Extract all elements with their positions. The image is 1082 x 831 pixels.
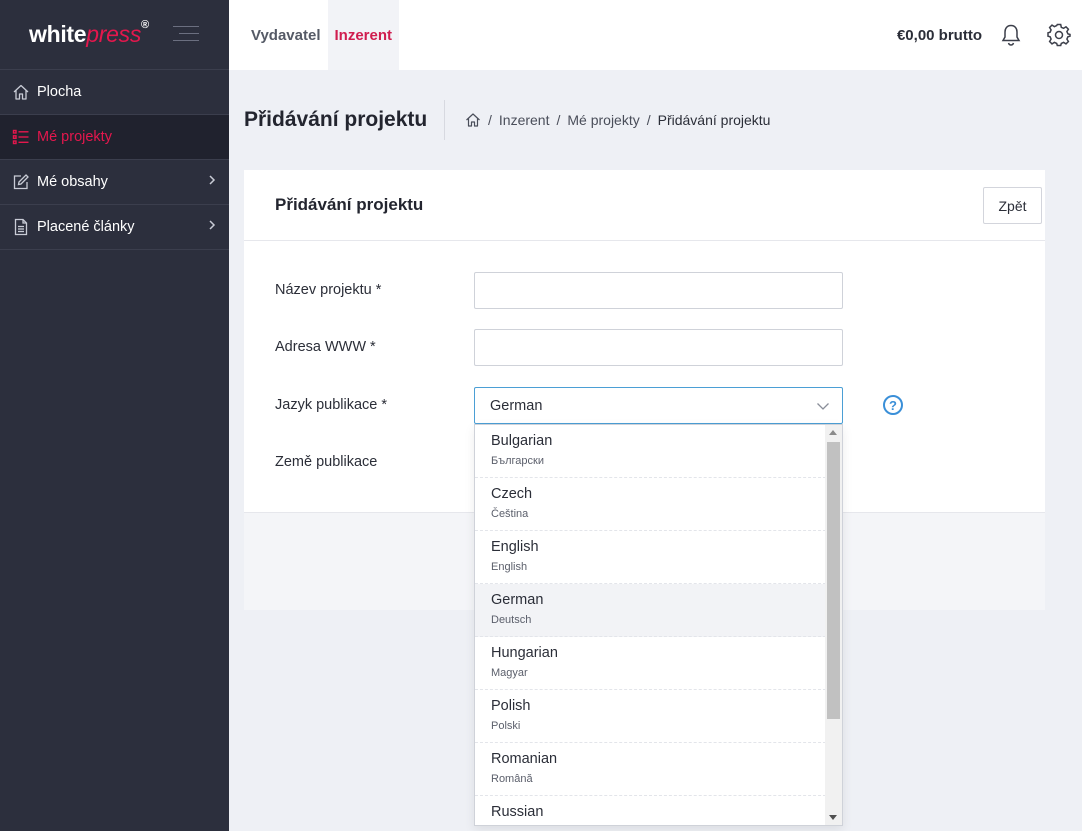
chevron-right-icon	[208, 174, 216, 189]
logo-bar: whitepress®	[0, 0, 229, 70]
home-icon	[11, 82, 31, 102]
language-option[interactable]: Russian	[475, 796, 826, 825]
help-icon[interactable]: ?	[883, 395, 903, 415]
topbar: Vydavatel Inzerent €0,00 brutto	[229, 0, 1082, 70]
breadcrumb-separator: /	[556, 112, 561, 128]
website-url-label: Adresa WWW *	[275, 339, 376, 355]
language-option[interactable]: Hungarian Magyar	[475, 637, 826, 690]
chevron-down-icon	[816, 399, 830, 415]
language-option[interactable]: Romanian Română	[475, 743, 826, 796]
sidebar-item-my-contents[interactable]: Mé obsahy	[0, 160, 229, 205]
sidebar-item-label: Mé projekty	[37, 129, 112, 145]
document-icon	[11, 217, 31, 237]
language-option[interactable]: Bulgarian Български	[475, 425, 826, 478]
edit-icon	[11, 172, 31, 192]
scroll-down-arrow-icon[interactable]	[829, 815, 837, 820]
page-title: Přidávání projektu	[244, 108, 428, 131]
publication-country-label: Země publikace	[275, 454, 378, 470]
sidebar-item-label: Placené články	[37, 219, 135, 235]
breadcrumb-advertiser[interactable]: Inzerent	[499, 112, 550, 128]
language-option[interactable]: Polish Polski	[475, 690, 826, 743]
chevron-right-icon	[208, 219, 216, 234]
sidebar-item-label: Plocha	[37, 84, 82, 100]
sidebar-item-paid-articles[interactable]: Placené články	[0, 205, 229, 250]
card-header: Přidávání projektu Zpět	[244, 170, 1045, 241]
card-title: Přidávání projektu	[275, 195, 424, 214]
topbar-right: €0,00 brutto	[897, 0, 1082, 70]
sidebar: whitepress® Plocha Mé projekty Mé obsahy	[0, 0, 229, 831]
language-option[interactable]: Czech Čeština	[475, 478, 826, 531]
title-divider	[444, 100, 445, 140]
website-url-input[interactable]	[474, 329, 843, 366]
dropdown-scrollbar[interactable]	[825, 425, 842, 825]
sidebar-item-plocha[interactable]: Plocha	[0, 70, 229, 115]
breadcrumb-separator: /	[646, 112, 651, 128]
menu-toggle-icon[interactable]	[173, 26, 199, 44]
publication-language-label: Jazyk publikace *	[275, 397, 388, 413]
publication-language-select[interactable]: German	[474, 387, 843, 424]
account-balance[interactable]: €0,00 brutto	[897, 27, 982, 44]
language-option[interactable]: English English	[475, 531, 826, 584]
bell-icon[interactable]	[998, 22, 1024, 48]
tab-advertiser[interactable]: Inzerent	[327, 0, 400, 70]
tab-publisher[interactable]: Vydavatel	[229, 0, 328, 70]
breadcrumb-home-icon[interactable]	[465, 112, 481, 128]
selected-language: German	[490, 397, 543, 414]
sidebar-item-label: Mé obsahy	[37, 174, 108, 190]
back-button[interactable]: Zpět	[983, 187, 1042, 224]
list-icon	[11, 127, 31, 147]
project-name-input[interactable]	[474, 272, 843, 309]
breadcrumb-current: Přidávání projektu	[657, 112, 771, 128]
scrollbar-thumb[interactable]	[827, 442, 840, 719]
breadcrumb-my-projects[interactable]: Mé projekty	[567, 112, 639, 128]
language-option-selected[interactable]: German Deutsch	[475, 584, 826, 637]
project-name-label: Název projektu *	[275, 282, 382, 298]
whitepress-logo[interactable]: whitepress®	[29, 19, 149, 48]
gear-icon[interactable]	[1046, 22, 1072, 48]
language-dropdown-list: Bulgarian Български Czech Čeština Englis…	[474, 424, 843, 826]
sidebar-item-my-projects[interactable]: Mé projekty	[0, 115, 229, 160]
breadcrumb: / Inzerent / Mé projekty / Přidávání pro…	[465, 112, 770, 128]
breadcrumb-separator: /	[488, 112, 492, 128]
scroll-up-arrow-icon[interactable]	[829, 430, 837, 435]
